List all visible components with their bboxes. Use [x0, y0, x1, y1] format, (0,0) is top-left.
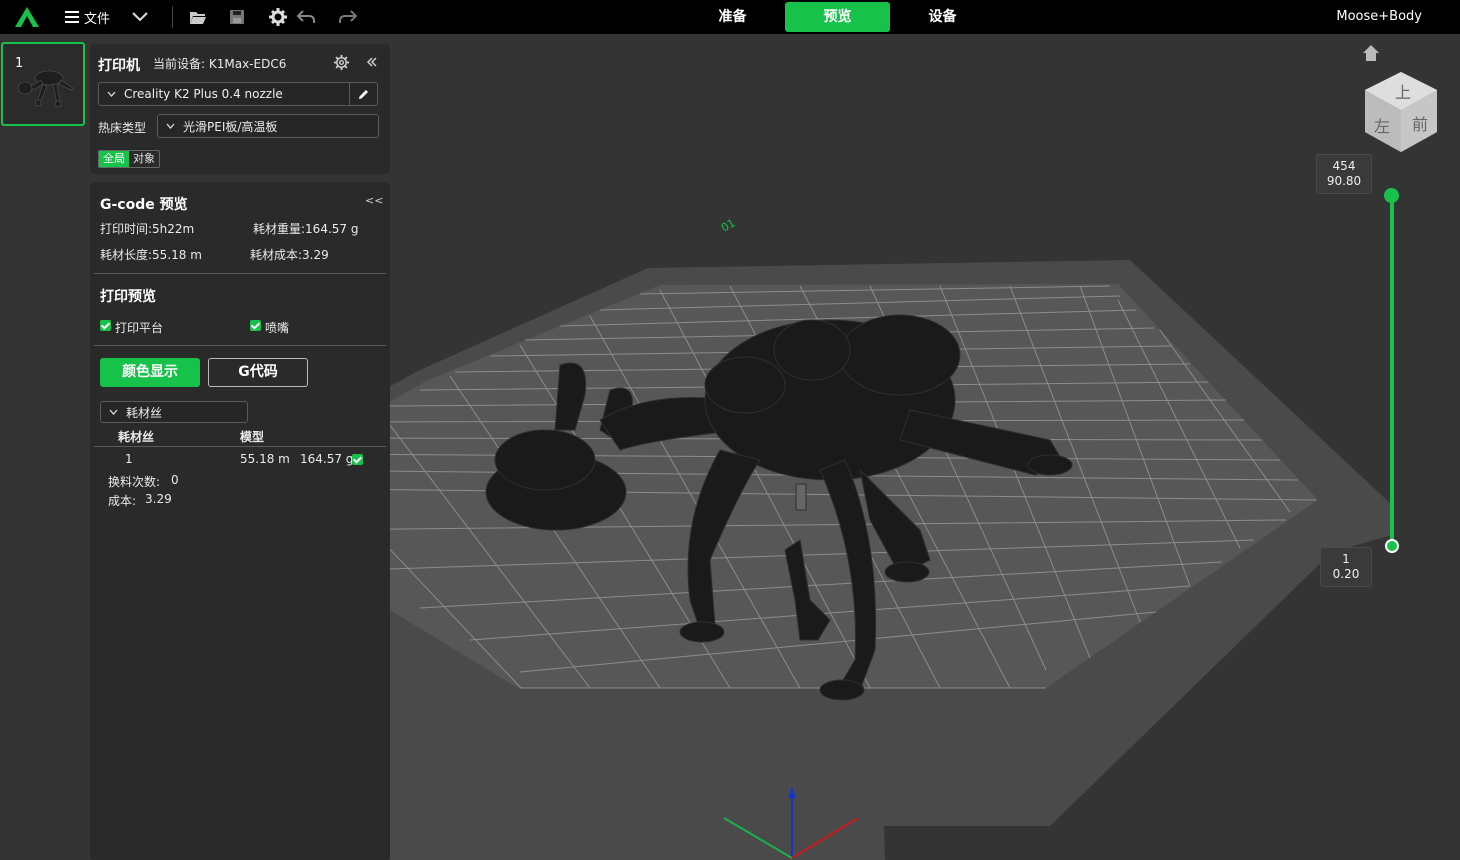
filament-changes-label: 换料次数:	[108, 475, 161, 489]
print-time: 打印时间:5h22m	[100, 222, 195, 236]
toolbar-divider	[172, 6, 173, 28]
show-nozzle-label: 喷嘴	[265, 321, 290, 335]
printer-panel: 打印机 当前设备: K1Max-EDC6 Creality K2 Plus 0.…	[90, 44, 390, 174]
filament-changes-value: 0	[171, 473, 179, 487]
tab-device[interactable]: 设备	[890, 2, 995, 32]
scope-global-option[interactable]: 全局	[99, 151, 129, 167]
layer-slider-top-handle[interactable]	[1384, 188, 1399, 203]
bottom-layer-label: 1 0.20	[1320, 547, 1372, 587]
filament-index: 1	[125, 452, 133, 466]
divider	[94, 345, 386, 346]
printer-settings-icon[interactable]	[333, 54, 350, 74]
printer-preset-select[interactable]: Creality K2 Plus 0.4 nozzle	[98, 82, 378, 106]
printer-preset-value: Creality K2 Plus 0.4 nozzle	[124, 87, 283, 101]
gcode-panel-title: G-code 预览	[100, 197, 188, 213]
show-bed-checkbox[interactable]	[100, 320, 111, 331]
top-layer-label: 454 90.80	[1316, 154, 1372, 194]
model-thumbnail-image	[17, 70, 74, 108]
chevron-down-icon	[166, 123, 175, 129]
hamburger-icon	[65, 11, 79, 23]
open-folder-icon[interactable]	[188, 7, 208, 27]
filament-cost: 耗材成本:3.29	[250, 248, 329, 262]
settings-gear-icon[interactable]	[268, 7, 288, 27]
gcode-button[interactable]: G代码	[208, 358, 308, 387]
row-length: 55.18 m	[240, 452, 290, 466]
table-header-divider	[94, 446, 386, 447]
chevron-down-icon	[107, 91, 116, 97]
bed-type-label: 热床类型	[98, 121, 147, 135]
chevron-down-icon	[109, 409, 118, 415]
bed-corner-label: 01	[719, 216, 738, 234]
cost-value: 3.29	[145, 492, 172, 506]
color-display-button[interactable]: 颜色显示	[100, 358, 200, 387]
file-menu-label: 文件	[84, 11, 111, 27]
table-header-filament: 耗材丝	[118, 430, 155, 444]
3d-viewport[interactable]: 01	[390, 34, 1460, 860]
collapse-panel-icon[interactable]	[366, 56, 378, 71]
plate-thumbnail[interactable]: 1	[1, 42, 85, 126]
top-layer-height: 90.80	[1326, 174, 1362, 188]
current-device-link[interactable]: 当前设备: K1Max-EDC6	[153, 55, 286, 72]
tab-prepare[interactable]: 准备	[680, 2, 785, 32]
project-title: Moose+Body	[1336, 9, 1422, 24]
home-view-icon[interactable]	[1362, 44, 1380, 62]
filament-length: 耗材长度:55.18 m	[100, 248, 202, 262]
bottom-layer-number: 1	[1342, 552, 1350, 566]
bed-type-select[interactable]: 光滑PEI板/高温板	[157, 114, 379, 138]
bottom-layer-height: 0.20	[1332, 567, 1360, 581]
undo-icon[interactable]	[296, 7, 316, 27]
creality-logo-icon	[15, 7, 39, 27]
divider	[94, 273, 386, 274]
redo-icon[interactable]	[338, 7, 358, 27]
scope-toggle: 全局 对象	[98, 150, 160, 168]
collapse-gcode-panel-button[interactable]: <<	[365, 194, 383, 207]
print-preview-title: 打印预览	[100, 289, 156, 305]
cost-label: 成本:	[108, 494, 137, 508]
show-nozzle-checkbox[interactable]	[250, 320, 261, 331]
printer-title: 打印机	[98, 58, 140, 74]
view-mode-select[interactable]: 耗材丝	[100, 401, 248, 423]
filament-visible-checkbox[interactable]	[352, 454, 363, 465]
scope-object-option[interactable]: 对象	[129, 151, 159, 167]
edit-pencil-icon[interactable]	[349, 83, 377, 105]
view-mode-value: 耗材丝	[126, 405, 163, 420]
chevron-down-icon[interactable]	[130, 7, 150, 27]
bed-type-value: 光滑PEI板/高温板	[183, 119, 278, 134]
file-menu-button[interactable]: 文件	[64, 6, 110, 28]
save-icon[interactable]	[227, 7, 247, 27]
table-header-model: 模型	[240, 430, 265, 444]
layer-slider-track[interactable]	[1390, 196, 1394, 546]
view-cube-front-label: 前	[1412, 115, 1428, 134]
top-layer-number: 454	[1332, 159, 1356, 173]
view-cube[interactable]: 上 左 前	[1362, 70, 1440, 154]
row-weight: 164.57 g	[300, 452, 354, 466]
view-cube-top-label: 上	[1395, 83, 1411, 102]
view-cube-left-label: 左	[1374, 117, 1390, 136]
gcode-preview-panel: G-code 预览 << 打印时间:5h22m 耗材重量:164.57 g 耗材…	[90, 182, 390, 860]
top-bar: 文件 准备 预览 设备 Moose+Body	[0, 0, 1460, 34]
filament-weight: 耗材重量:164.57 g	[253, 222, 359, 236]
workflow-tabs: 准备 预览 设备	[680, 2, 995, 32]
show-bed-label: 打印平台	[115, 321, 164, 335]
tab-preview[interactable]: 预览	[785, 2, 890, 32]
layer-slider-bottom-handle[interactable]	[1385, 539, 1399, 553]
